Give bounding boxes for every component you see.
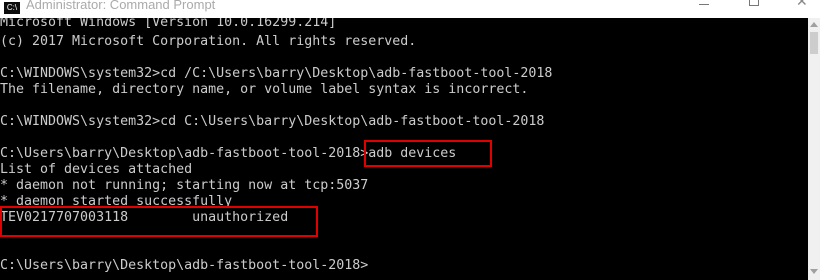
cmd-app-icon: C:\: [4, 2, 20, 14]
console-line: C:\WINDOWS\system32>cd C:\Users\barry\De…: [0, 114, 545, 129]
maximize-icon: [749, 0, 759, 6]
vertical-scrollbar[interactable]: [808, 18, 820, 280]
scroll-up-arrow-icon[interactable]: [810, 22, 818, 27]
console-line: List of devices attached: [0, 162, 193, 177]
close-icon: ✕: [796, 0, 808, 10]
console-line: The filename, directory name, or volume …: [0, 82, 529, 97]
console-line: (c) 2017 Microsoft Corporation. All righ…: [0, 34, 417, 49]
window-title: Administrator: Command Prompt: [26, 0, 216, 12]
console-line: C:\Users\barry\Desktop\adb-fastboot-tool…: [0, 258, 369, 273]
maximize-button[interactable]: [730, 0, 776, 18]
device-status-highlight: [0, 206, 318, 237]
console-output[interactable]: Microsoft Windows [Version 10.0.16299.21…: [0, 18, 808, 280]
scroll-down-arrow-icon[interactable]: [810, 269, 818, 274]
console-line: Microsoft Windows [Version 10.0.16299.21…: [0, 18, 337, 30]
scroll-thumb[interactable]: [810, 32, 818, 54]
adb-command-highlight: [364, 140, 492, 167]
minimize-button[interactable]: [680, 0, 726, 18]
minimize-icon: [699, 4, 709, 5]
console-line: * daemon not running; starting now at tc…: [0, 178, 369, 193]
console-line: C:\WINDOWS\system32>cd /C:\Users\barry\D…: [0, 66, 553, 81]
close-button[interactable]: ✕: [780, 0, 820, 18]
title-bar[interactable]: C:\ Administrator: Command Prompt ✕: [0, 0, 820, 18]
